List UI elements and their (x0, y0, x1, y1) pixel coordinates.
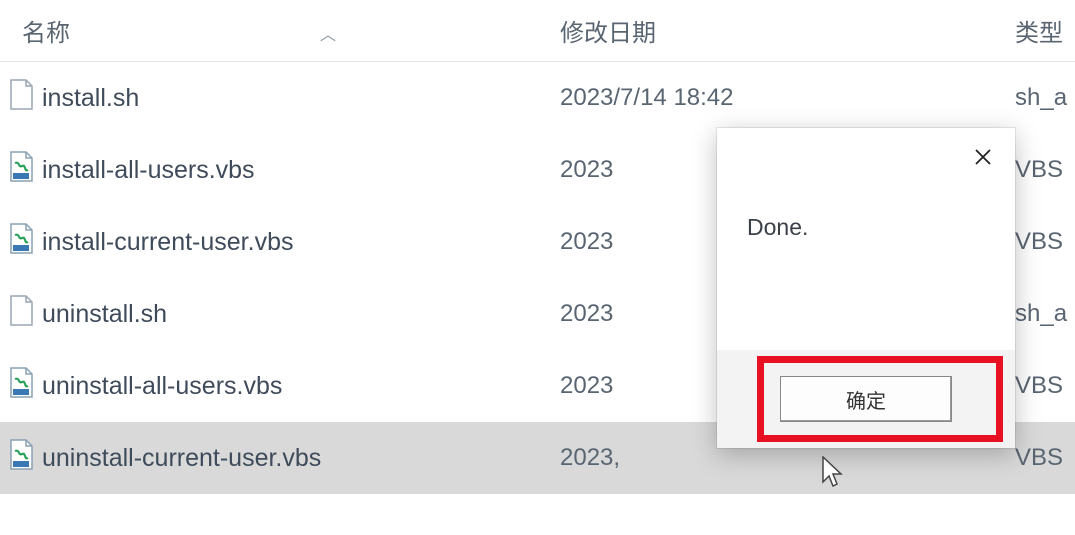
file-type: VBS (1015, 444, 1075, 472)
column-header-type-label: 类型 (1015, 20, 1063, 47)
file-row[interactable]: install.sh2023/7/14 18:42sh_a (0, 62, 1075, 134)
dialog-message: Done. (747, 214, 808, 240)
vbs-file-icon (8, 367, 34, 406)
column-header-name-label: 名称 (22, 20, 70, 47)
file-type: VBS (1015, 372, 1075, 400)
dialog-footer: 确定 (717, 350, 1015, 448)
column-header-date-label: 修改日期 (560, 20, 656, 47)
file-icon-cell (0, 79, 42, 118)
generic-file-icon (8, 295, 34, 334)
message-dialog: Done. 确定 (717, 128, 1015, 448)
column-header-row: 名称 ︿ 修改日期 类型 (0, 0, 1075, 62)
file-type: VBS (1015, 156, 1075, 184)
file-type: VBS (1015, 228, 1075, 256)
dialog-body: Done. (717, 186, 1015, 350)
close-icon (974, 148, 992, 166)
close-button[interactable] (965, 139, 1001, 175)
vbs-file-icon (8, 223, 34, 262)
file-name: uninstall-current-user.vbs (42, 444, 560, 473)
file-type: sh_a (1015, 300, 1075, 328)
column-header-name[interactable]: 名称 ︿ (0, 13, 560, 48)
ok-button-label: 确定 (846, 391, 886, 413)
column-header-date[interactable]: 修改日期 (560, 13, 1015, 48)
file-name: install-current-user.vbs (42, 228, 560, 257)
ok-button[interactable]: 确定 (780, 376, 952, 422)
file-icon-cell (0, 223, 42, 262)
file-icon-cell (0, 367, 42, 406)
file-icon-cell (0, 295, 42, 334)
file-icon-cell (0, 439, 42, 478)
file-name: install-all-users.vbs (42, 156, 560, 185)
generic-file-icon (8, 79, 34, 118)
dialog-titlebar (717, 128, 1015, 186)
column-header-type[interactable]: 类型 (1015, 13, 1075, 48)
sort-ascending-icon: ︿ (320, 21, 336, 45)
file-date: 2023/7/14 18:42 (560, 84, 1015, 112)
file-name: uninstall.sh (42, 300, 560, 329)
file-icon-cell (0, 151, 42, 190)
file-name: install.sh (42, 84, 560, 113)
file-type: sh_a (1015, 84, 1075, 112)
vbs-file-icon (8, 151, 34, 190)
file-name: uninstall-all-users.vbs (42, 372, 560, 401)
file-date: 2023, (560, 444, 1015, 472)
vbs-file-icon (8, 439, 34, 478)
